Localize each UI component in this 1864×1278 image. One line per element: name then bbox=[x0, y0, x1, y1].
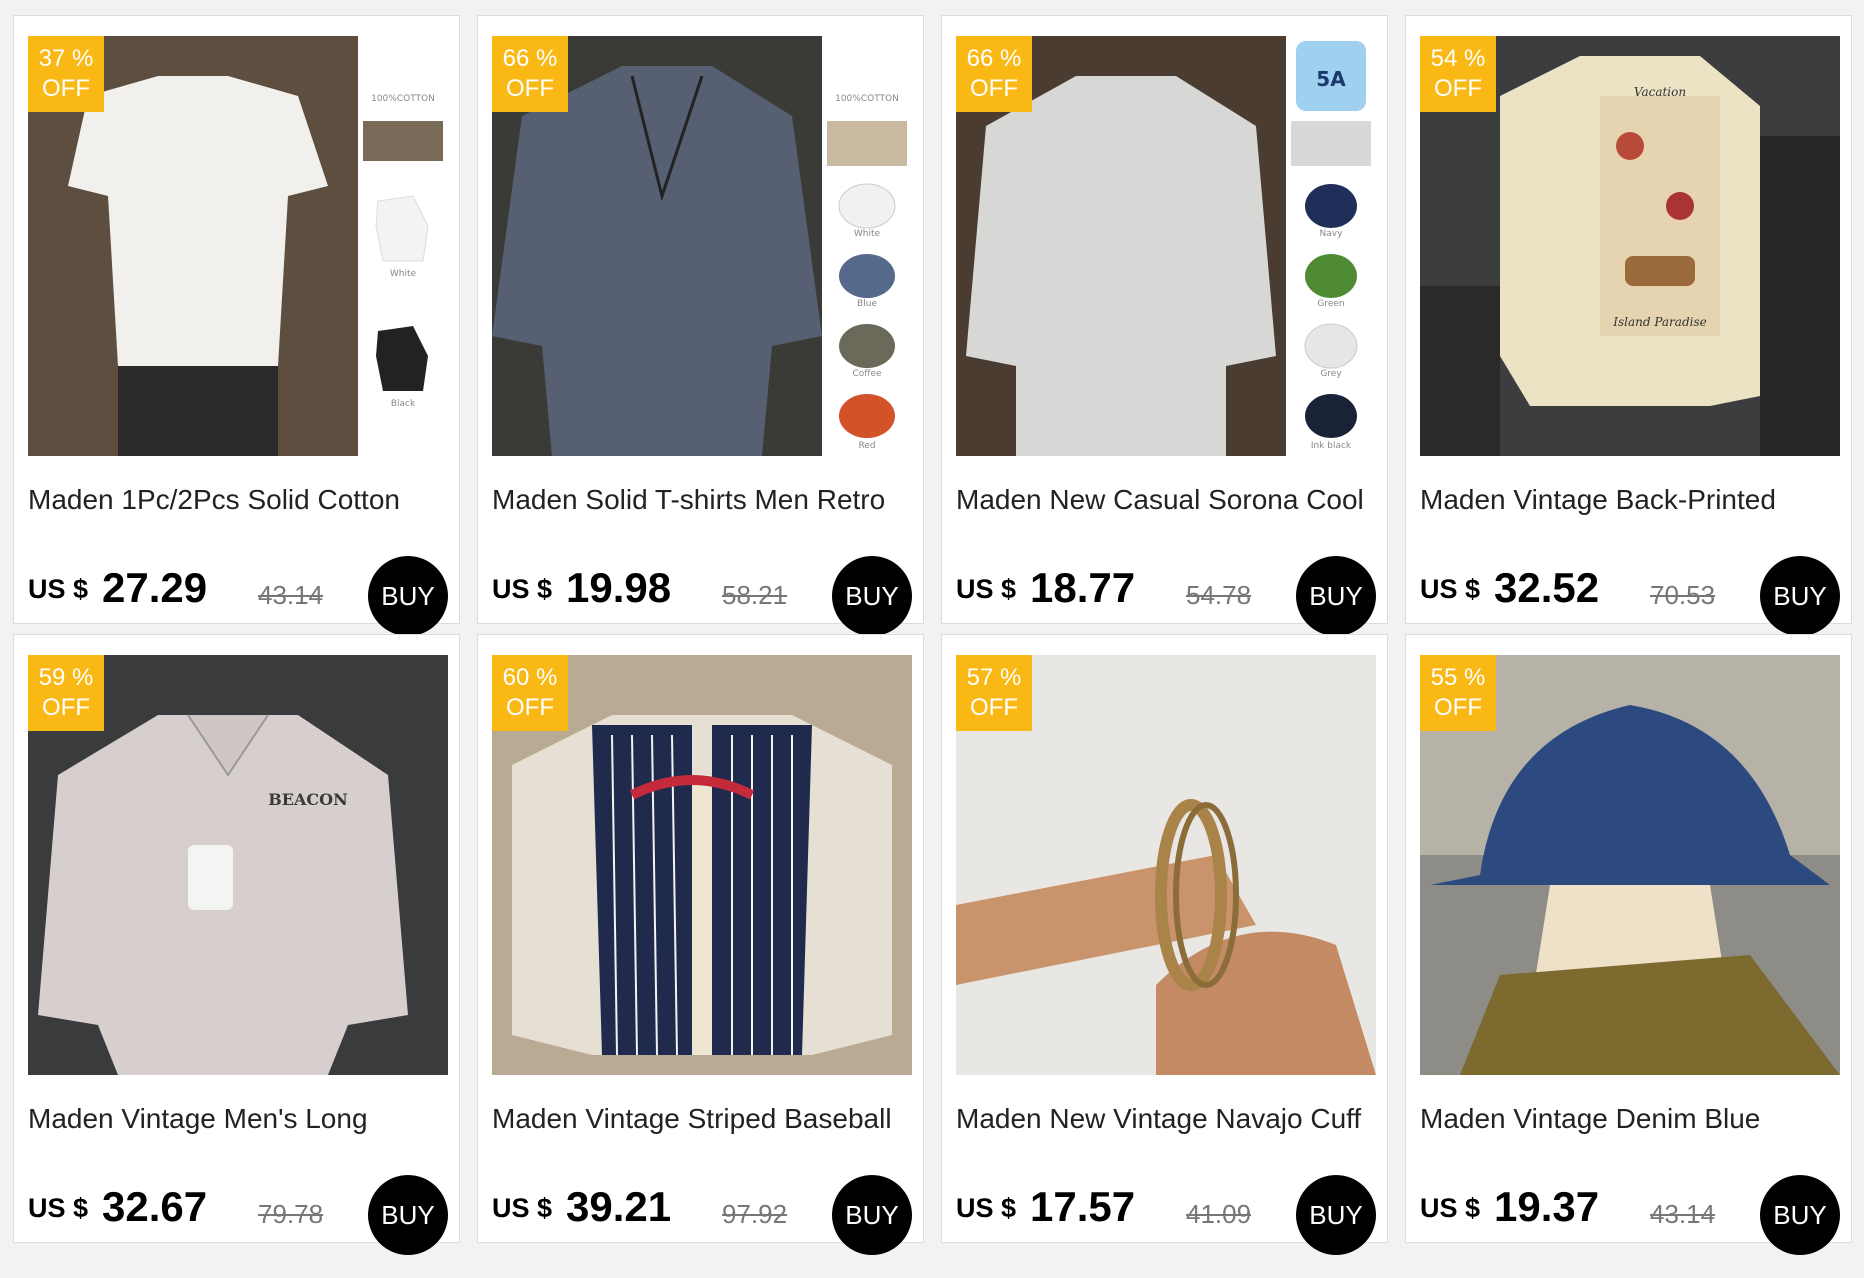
product-card[interactable]: 57 % OFF Maden New Vintage Navajo Cuff U… bbox=[941, 634, 1388, 1255]
discount-percent: 66 % bbox=[502, 45, 558, 72]
original-price: 97.92 bbox=[722, 1199, 788, 1229]
original-price: 43.14 bbox=[258, 580, 324, 610]
product-card[interactable]: 55 % OFF Maden Vintage Denim Blue US $ 1… bbox=[1405, 634, 1852, 1255]
discount-badge: 57 % OFF bbox=[956, 655, 1032, 731]
image-label: Ink black bbox=[1311, 441, 1352, 451]
discount-percent: 59 % bbox=[38, 664, 94, 691]
discount-percent: 37 % bbox=[38, 45, 94, 72]
buy-button[interactable]: BUY bbox=[1760, 1175, 1840, 1255]
product-grid: 100%COTTON White Black 37 % OFF Maden 1P… bbox=[0, 0, 1864, 1278]
image-label: Blue bbox=[857, 299, 877, 309]
product-card[interactable]: BEACON 59 % OFF Maden Vintage Men's Long… bbox=[13, 634, 460, 1255]
discount-badge: 66 % OFF bbox=[492, 36, 568, 112]
price-row: US $ 39.21 97.92 BUY bbox=[492, 1175, 912, 1255]
discount-badge: 54 % OFF bbox=[1420, 36, 1496, 112]
discount-badge: 55 % OFF bbox=[1420, 655, 1496, 731]
sale-price: 32.52 bbox=[1494, 564, 1600, 611]
image-label: White bbox=[854, 229, 881, 239]
currency-label: US $ bbox=[492, 574, 553, 604]
buy-button[interactable]: BUY bbox=[832, 556, 912, 636]
sale-price: 19.98 bbox=[566, 564, 672, 611]
original-price: 79.78 bbox=[258, 1199, 324, 1229]
product-card[interactable]: 60 % OFF Maden Vintage Striped Baseball … bbox=[477, 634, 924, 1255]
product-card[interactable]: 100%COTTON White Blue Coffee Red 66 % OF… bbox=[477, 15, 924, 636]
currency-label: US $ bbox=[956, 1193, 1017, 1223]
original-price: 58.21 bbox=[722, 580, 788, 610]
sale-price: 27.29 bbox=[102, 564, 208, 611]
discount-badge: 60 % OFF bbox=[492, 655, 568, 731]
product-title[interactable]: Maden New Casual Sorona Cool bbox=[956, 484, 1376, 516]
discount-off-label: OFF bbox=[970, 75, 1018, 102]
currency-label: US $ bbox=[1420, 574, 1481, 604]
discount-off-label: OFF bbox=[42, 75, 90, 102]
product-card[interactable]: Vacation Island Paradise 54 % OFF Maden … bbox=[1405, 15, 1852, 636]
image-label: 100%COTTON bbox=[371, 94, 435, 104]
original-price: 54.78 bbox=[1186, 580, 1252, 610]
sale-price: 39.21 bbox=[566, 1183, 672, 1230]
image-label: Vacation bbox=[1634, 85, 1686, 99]
original-price: 41.09 bbox=[1186, 1199, 1252, 1229]
sale-price: 17.57 bbox=[1030, 1183, 1136, 1230]
discount-off-label: OFF bbox=[970, 694, 1018, 721]
discount-off-label: OFF bbox=[506, 75, 554, 102]
product-title[interactable]: Maden Vintage Denim Blue bbox=[1420, 1103, 1840, 1135]
buy-button[interactable]: BUY bbox=[1296, 1175, 1376, 1255]
discount-percent: 57 % bbox=[966, 664, 1022, 691]
image-label: Green bbox=[1317, 299, 1344, 309]
product-title[interactable]: Maden Vintage Striped Baseball bbox=[492, 1103, 912, 1135]
discount-badge: 66 % OFF bbox=[956, 36, 1032, 112]
discount-percent: 54 % bbox=[1430, 45, 1486, 72]
price-row: US $ 18.77 54.78 BUY bbox=[956, 556, 1376, 636]
product-title[interactable]: Maden Vintage Back-Printed bbox=[1420, 484, 1840, 516]
discount-badge: 37 % OFF bbox=[28, 36, 104, 112]
price-row: US $ 27.29 43.14 BUY bbox=[28, 556, 448, 636]
price-row: US $ 19.37 43.14 BUY bbox=[1420, 1175, 1840, 1255]
currency-label: US $ bbox=[1420, 1193, 1481, 1223]
product-title[interactable]: Maden 1Pc/2Pcs Solid Cotton bbox=[28, 484, 448, 516]
original-price: 70.53 bbox=[1650, 580, 1716, 610]
currency-label: US $ bbox=[956, 574, 1017, 604]
sale-price: 32.67 bbox=[102, 1183, 208, 1230]
image-label: Coffee bbox=[852, 369, 882, 379]
sale-price: 19.37 bbox=[1494, 1183, 1600, 1230]
image-label: BEACON bbox=[268, 790, 347, 809]
image-label: Island Paradise bbox=[1612, 315, 1706, 329]
buy-button[interactable]: BUY bbox=[368, 556, 448, 636]
price-row: US $ 32.52 70.53 BUY bbox=[1420, 556, 1840, 636]
discount-badge: 59 % OFF bbox=[28, 655, 104, 731]
discount-off-label: OFF bbox=[1434, 694, 1482, 721]
discount-percent: 66 % bbox=[966, 45, 1022, 72]
price-row: US $ 32.67 79.78 BUY bbox=[28, 1175, 448, 1255]
product-title[interactable]: Maden New Vintage Navajo Cuff bbox=[956, 1103, 1376, 1135]
discount-percent: 55 % bbox=[1430, 664, 1486, 691]
image-label: Black bbox=[391, 399, 416, 409]
sale-price: 18.77 bbox=[1030, 564, 1136, 611]
product-card[interactable]: 100%COTTON White Black 37 % OFF Maden 1P… bbox=[13, 15, 460, 636]
currency-label: US $ bbox=[492, 1193, 553, 1223]
product-title[interactable]: Maden Vintage Men's Long bbox=[28, 1103, 448, 1135]
price-row: US $ 19.98 58.21 BUY bbox=[492, 556, 912, 636]
image-label: Navy bbox=[1320, 229, 1344, 239]
discount-off-label: OFF bbox=[1434, 75, 1482, 102]
product-title[interactable]: Maden Solid T-shirts Men Retro bbox=[492, 484, 912, 516]
image-label: Red bbox=[858, 441, 875, 451]
price-row: US $ 17.57 41.09 BUY bbox=[956, 1175, 1376, 1255]
image-label: Grey bbox=[1320, 369, 1342, 379]
image-label: 100%COTTON bbox=[835, 94, 899, 104]
discount-off-label: OFF bbox=[42, 694, 90, 721]
buy-button[interactable]: BUY bbox=[832, 1175, 912, 1255]
discount-off-label: OFF bbox=[506, 694, 554, 721]
buy-button[interactable]: BUY bbox=[1760, 556, 1840, 636]
discount-percent: 60 % bbox=[502, 664, 558, 691]
buy-button[interactable]: BUY bbox=[368, 1175, 448, 1255]
buy-button[interactable]: BUY bbox=[1296, 556, 1376, 636]
image-label: 5A bbox=[1316, 67, 1346, 91]
image-label: White bbox=[390, 269, 417, 279]
product-card[interactable]: 5A Navy Green Grey Ink black 66 % OFF Ma… bbox=[941, 15, 1388, 636]
currency-label: US $ bbox=[28, 1193, 89, 1223]
original-price: 43.14 bbox=[1650, 1199, 1716, 1229]
currency-label: US $ bbox=[28, 574, 89, 604]
